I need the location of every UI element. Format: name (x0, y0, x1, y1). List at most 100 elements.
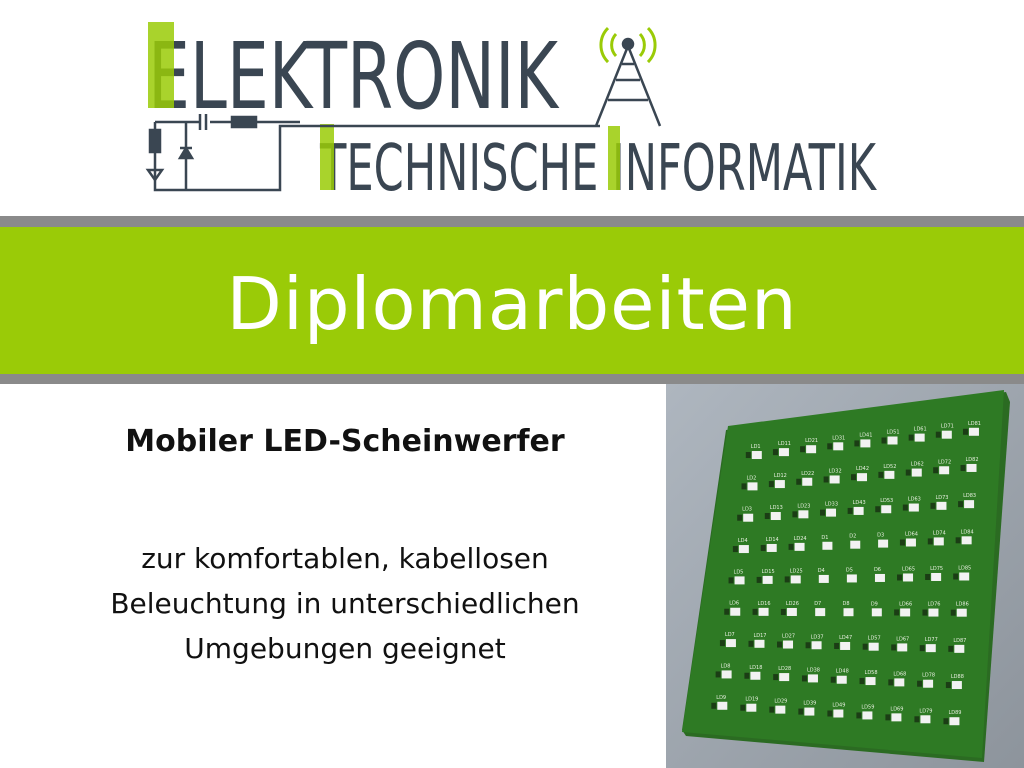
led-pad (917, 680, 923, 687)
led (908, 503, 919, 512)
led (758, 607, 769, 616)
led (770, 512, 781, 521)
led-pad (851, 474, 857, 481)
led (887, 436, 898, 445)
led (721, 670, 732, 679)
led-pad (830, 676, 836, 683)
logo-accent-t (320, 124, 334, 190)
led-pad (908, 434, 914, 441)
led-pad (885, 714, 891, 721)
led (833, 442, 844, 451)
led-label: LD51 (887, 429, 900, 435)
led (959, 572, 970, 581)
led-pad (856, 712, 862, 719)
led-label: LD26 (786, 601, 799, 607)
led (936, 501, 947, 510)
led-label: LD83 (963, 493, 976, 499)
led-label: LD66 (899, 601, 912, 607)
led (833, 709, 844, 718)
led-label: LD31 (832, 435, 845, 441)
led-label: D7 (814, 601, 821, 607)
led (762, 575, 773, 584)
led-pad (958, 501, 964, 508)
band-stripe-bottom (0, 374, 1024, 384)
led-label: LD19 (745, 697, 758, 703)
led (862, 711, 873, 720)
led-pad (827, 710, 833, 717)
led-label: LD81 (968, 421, 981, 427)
led-label: LD65 (902, 566, 915, 572)
led-label: LD64 (905, 532, 918, 538)
led (754, 639, 765, 648)
led-pad (945, 682, 951, 689)
led-label: LD49 (832, 702, 845, 708)
led-label: D6 (874, 567, 881, 573)
led-pad (796, 478, 802, 485)
led-label: LD59 (861, 704, 874, 710)
led (829, 475, 840, 484)
led (925, 644, 936, 653)
led-label: LD73 (935, 495, 948, 501)
led-label: LD48 (836, 669, 849, 675)
led-label: D3 (877, 533, 884, 539)
led (822, 541, 833, 550)
description-line: Umgebungen geeignet (184, 632, 506, 665)
led-pad (859, 678, 865, 685)
led (894, 678, 905, 687)
led (857, 473, 868, 482)
led-pad (801, 675, 807, 682)
led-pad (827, 443, 833, 450)
led (933, 537, 944, 546)
led (743, 513, 754, 522)
led-label: LD16 (758, 601, 771, 607)
led (774, 480, 785, 489)
led-label: LD24 (794, 536, 807, 542)
led (878, 539, 889, 548)
led (860, 439, 871, 448)
led-pad (798, 708, 804, 715)
led-label: LD32 (829, 468, 842, 474)
logo-line1: ELEKTRONIK (148, 23, 560, 130)
led-label: LD17 (753, 633, 766, 639)
header: ELEKTRONIK TECHNISCHE INFORMATIK (0, 0, 1024, 216)
led-pad (820, 509, 826, 516)
led (865, 677, 876, 686)
led (881, 505, 892, 514)
led-label: LD75 (930, 566, 943, 572)
led-label: D9 (871, 601, 878, 607)
led-label: D8 (843, 601, 850, 607)
led-label: LD13 (770, 505, 783, 511)
led (891, 713, 902, 722)
led-label: LD5 (734, 569, 744, 575)
led-pad (919, 645, 925, 652)
led-label: LD89 (948, 710, 961, 716)
led (802, 477, 813, 486)
led (775, 705, 786, 714)
led (794, 542, 805, 551)
led-pad (902, 504, 908, 511)
led-pad (888, 679, 894, 686)
led-label: LD57 (868, 636, 881, 642)
led-pad (792, 511, 798, 518)
led-label: LD14 (766, 537, 779, 543)
led (826, 508, 837, 517)
led-label: LD12 (774, 473, 787, 479)
led (939, 466, 950, 475)
led-label: LD62 (911, 462, 924, 468)
led-pad (780, 608, 786, 615)
led (734, 576, 745, 585)
led-label: LD37 (811, 634, 824, 640)
led-pad (927, 538, 933, 545)
led (843, 608, 854, 617)
title-band: Diplomarbeiten (0, 227, 1024, 374)
led-label: LD3 (742, 507, 752, 513)
led-pad (905, 469, 911, 476)
led-label: LD6 (729, 601, 739, 607)
led (790, 575, 801, 584)
led-label: LD67 (896, 636, 909, 642)
led (779, 673, 790, 682)
led-pad (955, 537, 961, 544)
led-pad (922, 609, 928, 616)
led-label: LD41 (859, 432, 872, 438)
led-label: LD69 (890, 706, 903, 712)
